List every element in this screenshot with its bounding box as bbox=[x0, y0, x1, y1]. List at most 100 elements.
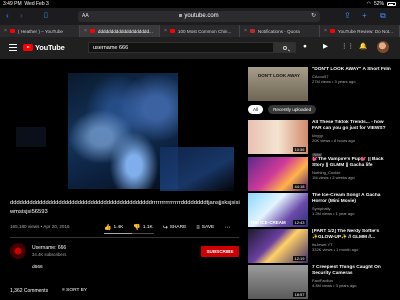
video-info: All These Tiktok Trends... - how FAR can… bbox=[312, 120, 392, 161]
new-tab-icon[interactable]: + bbox=[362, 11, 367, 21]
youtube-logo[interactable]: YouTube bbox=[23, 43, 65, 52]
status-date: Wed Feb 3 bbox=[24, 1, 49, 7]
video-thumbnail[interactable]: 12:19 bbox=[248, 229, 308, 263]
thumbnail-text: THE ICE-CREAM bbox=[250, 220, 286, 225]
video-title[interactable]: [PART 1/2] The Nerdy Softie's ✨GLOW-UP✨ … bbox=[312, 229, 392, 241]
tab-label: YouTube Review: Do Not... bbox=[337, 28, 393, 34]
more-actions-button[interactable]: ⋯ bbox=[224, 224, 230, 231]
lock-icon bbox=[179, 13, 183, 17]
more-horizontal-icon: ⋯ bbox=[224, 225, 231, 231]
comments-count: 1,362 Comments bbox=[10, 288, 49, 294]
quora-favicon-icon bbox=[249, 29, 255, 33]
forward-icon[interactable]: › bbox=[20, 11, 23, 21]
account-avatar[interactable] bbox=[377, 41, 389, 53]
tab-label: Notifications - Quora bbox=[257, 28, 300, 34]
video-title[interactable]: 7 Creepiest Things Caught On Security Ca… bbox=[312, 265, 392, 277]
recommended-video[interactable]: 10:36 All These Tiktok Trends... - how F… bbox=[248, 120, 393, 157]
chip-recently-uploaded[interactable]: Recently uploaded bbox=[268, 105, 317, 114]
video-meta: 1M views • 3 weeks ago bbox=[312, 174, 355, 180]
youtube-favicon-icon bbox=[89, 29, 95, 33]
menu-icon[interactable] bbox=[9, 44, 17, 51]
recommended-video[interactable]: 12:19 [PART 1/2] The Nerdy Softie's ✨GLO… bbox=[248, 229, 393, 263]
tabs-overview-icon[interactable]: ⧉ bbox=[380, 11, 386, 21]
save-label: SAVE bbox=[201, 225, 215, 230]
apps-grid-icon[interactable]: ⋮⋮ bbox=[341, 43, 354, 51]
recommended-video[interactable]: DON'T LOOK AWAY "DON'T LOOK AWAY" A Shor… bbox=[248, 67, 393, 101]
tab-chinese[interactable]: × 100 Most Common Chin... bbox=[160, 25, 240, 37]
youtube-play-icon bbox=[23, 44, 33, 51]
video-title[interactable]: 💕The Vampire's Pup💕 || Back Story || GLM… bbox=[312, 157, 392, 169]
chip-all[interactable]: All bbox=[248, 105, 264, 114]
tab-label: dddddddddddddddddddd... bbox=[97, 28, 153, 34]
video-meta: 27M views • 3 years ago bbox=[312, 78, 356, 84]
video-thumbnail[interactable]: THE ICE-CREAM 12:43 bbox=[248, 193, 308, 227]
create-video-icon[interactable]: ▶ bbox=[323, 43, 328, 51]
battery-percent: 52% bbox=[373, 1, 384, 7]
video-meta: 1.2M views • 1 year ago bbox=[312, 210, 355, 216]
reload-icon[interactable]: ↻ bbox=[311, 12, 316, 19]
video-frame-shadow bbox=[16, 127, 46, 147]
youtube-favicon-icon bbox=[329, 29, 335, 33]
video-description: d666 bbox=[32, 265, 43, 270]
new-badge: New bbox=[312, 152, 323, 157]
address-bar[interactable]: AA youtube.com ↻ bbox=[78, 11, 320, 22]
sort-by-button[interactable]: ≡ SORT BY bbox=[62, 288, 87, 293]
subscribe-button[interactable]: SUBSCRIBE bbox=[201, 246, 239, 257]
video-title[interactable]: The Ice-Cream Song! A Gacha Horror (Mini… bbox=[312, 193, 392, 205]
recommended-video[interactable]: 18:57 7 Creepiest Things Caught On Secur… bbox=[248, 265, 393, 299]
subscriber-count: 34.4K subscribers bbox=[32, 252, 67, 257]
browser-toolbar: ‹ › ▯ AA youtube.com ↻ ⇪ + ⧉ bbox=[0, 8, 400, 25]
like-button[interactable]: 👍 1.4K bbox=[104, 224, 123, 231]
tab-current-video[interactable]: × dddddddddddddddddddd... bbox=[80, 25, 160, 37]
channel-avatar[interactable] bbox=[10, 243, 26, 259]
url-display: youtube.com bbox=[78, 13, 320, 19]
video-info: The Ice-Cream Song! A Gacha Horror (Mini… bbox=[312, 193, 392, 216]
share-label: SHARE bbox=[169, 225, 187, 230]
like-ratio-fill bbox=[104, 233, 132, 234]
youtube-header: YouTube username 666 ● ▶ ⋮⋮ 🔔 bbox=[0, 37, 400, 59]
tab-review[interactable]: × YouTube Review: Do Not... bbox=[320, 25, 400, 37]
back-icon[interactable]: ‹ bbox=[6, 11, 9, 21]
video-thumbnail[interactable]: 10:36 bbox=[248, 120, 308, 154]
logo-text: YouTube bbox=[35, 43, 65, 52]
save-button[interactable]: ≡ SAVE bbox=[196, 225, 214, 231]
recommended-video[interactable]: THE ICE-CREAM 12:43 The Ice-Cream Song! … bbox=[248, 193, 393, 227]
video-frame-glow bbox=[160, 147, 234, 191]
search-button[interactable] bbox=[274, 42, 296, 53]
recommended-video[interactable]: 44:18 💕The Vampire's Pup💕 || Back Story … bbox=[248, 157, 393, 191]
divider bbox=[10, 237, 239, 238]
share-icon[interactable]: ⇪ bbox=[344, 11, 351, 21]
sidebar-icon[interactable]: ▯ bbox=[44, 11, 48, 21]
view-count: 165,180 views • Apr 20, 2016 bbox=[10, 224, 70, 229]
notifications-bell-icon[interactable]: 🔔 bbox=[359, 43, 367, 51]
video-player[interactable] bbox=[10, 67, 239, 195]
search-icon bbox=[283, 45, 287, 50]
video-thumbnail[interactable]: 44:18 bbox=[248, 157, 308, 191]
youtube-favicon-icon bbox=[9, 29, 15, 33]
thumbnail-text: DON'T LOOK AWAY bbox=[258, 73, 300, 78]
search-input[interactable]: username 666 bbox=[88, 42, 274, 53]
wifi-icon: ◠ bbox=[366, 1, 371, 7]
video-meta: 332K views • 1 month ago bbox=[312, 246, 359, 252]
close-tab-icon[interactable]: × bbox=[84, 28, 87, 34]
video-title[interactable]: "DON'T LOOK AWAY" A Short Film bbox=[312, 67, 392, 73]
dislike-button[interactable]: 👎 1.1K bbox=[133, 224, 152, 231]
share-button[interactable]: ↪ SHARE bbox=[163, 224, 187, 231]
close-tab-icon[interactable]: × bbox=[244, 28, 247, 34]
channel-name[interactable]: Username: 666 bbox=[32, 245, 66, 251]
video-title: dddddddddddddddddddddddddddddddddddddddd… bbox=[10, 200, 240, 215]
video-thumbnail[interactable]: DON'T LOOK AWAY bbox=[248, 67, 308, 101]
video-thumbnail[interactable]: 18:57 bbox=[248, 265, 308, 299]
tab-label: 100 Most Common Chin... bbox=[177, 28, 232, 34]
video-title[interactable]: All These Tiktok Trends... - how FAR can… bbox=[312, 120, 392, 132]
close-tab-icon[interactable]: × bbox=[324, 28, 327, 34]
close-tab-icon[interactable]: × bbox=[164, 28, 167, 34]
microphone-icon[interactable]: ● bbox=[303, 43, 307, 51]
close-tab-icon[interactable]: × bbox=[4, 28, 7, 34]
filter-chips: All Recently uploaded bbox=[248, 105, 317, 114]
youtube-favicon-icon bbox=[169, 29, 175, 33]
video-duration: 12:19 bbox=[292, 256, 306, 261]
tab-quora[interactable]: × Notifications - Quora bbox=[240, 25, 320, 37]
tab-heather[interactable]: × ( Heather ) – YouTube bbox=[0, 25, 80, 37]
battery-icon bbox=[387, 2, 396, 6]
